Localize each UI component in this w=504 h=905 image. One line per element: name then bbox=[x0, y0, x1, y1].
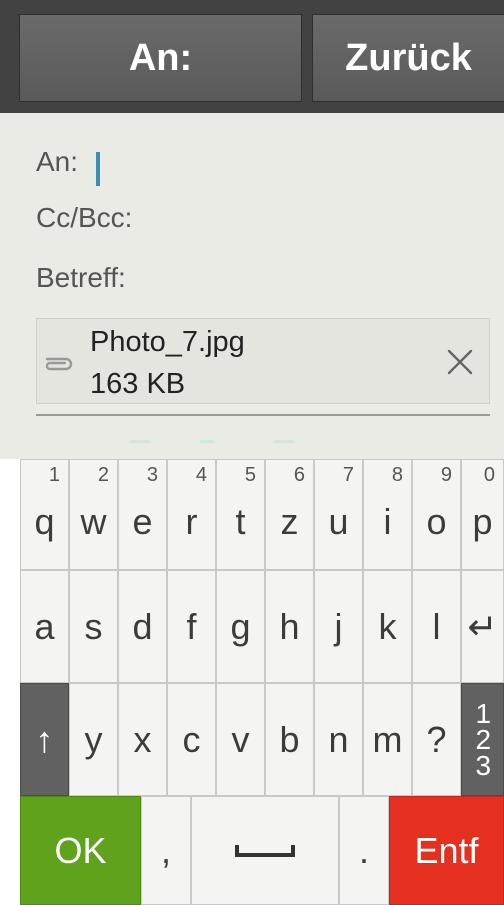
key-d[interactable]: d bbox=[118, 570, 167, 683]
key-o[interactable]: 9o bbox=[412, 459, 461, 570]
key-s[interactable]: s bbox=[69, 570, 118, 683]
key-a[interactable]: a bbox=[20, 570, 69, 683]
paperclip-icon bbox=[45, 357, 73, 371]
key-period[interactable]: . bbox=[339, 796, 389, 905]
key-y[interactable]: y bbox=[69, 683, 118, 796]
key-h[interactable]: h bbox=[265, 570, 314, 683]
top-toolbar: An: Zurück bbox=[0, 0, 504, 113]
key-j[interactable]: j bbox=[314, 570, 363, 683]
to-field-label: An: bbox=[36, 146, 79, 177]
key-m[interactable]: m bbox=[363, 683, 412, 796]
key-p[interactable]: 0p bbox=[461, 459, 504, 570]
key-z[interactable]: 6z bbox=[265, 459, 314, 570]
delete-button[interactable]: Entf bbox=[389, 796, 504, 905]
key-c[interactable]: c bbox=[167, 683, 216, 796]
key-n[interactable]: n bbox=[314, 683, 363, 796]
key-r[interactable]: 4r bbox=[167, 459, 216, 570]
key-question[interactable]: ? bbox=[412, 683, 461, 796]
numbers-key[interactable]: 1 2 3 bbox=[461, 683, 504, 796]
key-x[interactable]: x bbox=[118, 683, 167, 796]
spacebar-icon bbox=[235, 844, 295, 857]
text-cursor[interactable] bbox=[96, 152, 100, 186]
key-l[interactable]: l bbox=[412, 570, 461, 683]
key-b[interactable]: b bbox=[265, 683, 314, 796]
attachment-divider bbox=[36, 414, 490, 416]
key-t[interactable]: 5t bbox=[216, 459, 265, 570]
onscreen-keyboard: 1q 2w 3e 4r 5t 6z 7u 8i 9o 0p a s d f g … bbox=[0, 459, 504, 905]
ccbcc-field-label[interactable]: Cc/Bcc: bbox=[36, 202, 132, 234]
key-k[interactable]: k bbox=[363, 570, 412, 683]
attachment-size: 163 KB bbox=[90, 368, 186, 400]
key-f[interactable]: f bbox=[167, 570, 216, 683]
key-i[interactable]: 8i bbox=[363, 459, 412, 570]
attachment-filename: Photo_7.jpg bbox=[90, 326, 245, 358]
key-w[interactable]: 2w bbox=[69, 459, 118, 570]
enter-key[interactable]: ↵ bbox=[461, 570, 504, 683]
ok-button[interactable]: OK bbox=[20, 796, 141, 905]
close-icon[interactable] bbox=[444, 346, 476, 378]
key-g[interactable]: g bbox=[216, 570, 265, 683]
shift-key[interactable]: ↑ bbox=[20, 683, 69, 796]
key-q[interactable]: 1q bbox=[20, 459, 69, 570]
loading-indicator bbox=[130, 440, 294, 443]
back-button[interactable]: Zurück bbox=[312, 14, 504, 102]
key-comma[interactable]: , bbox=[141, 796, 191, 905]
space-key[interactable] bbox=[191, 796, 339, 905]
subject-field-label[interactable]: Betreff: bbox=[36, 262, 126, 294]
to-button[interactable]: An: bbox=[19, 14, 302, 102]
key-u[interactable]: 7u bbox=[314, 459, 363, 570]
key-e[interactable]: 3e bbox=[118, 459, 167, 570]
key-v[interactable]: v bbox=[216, 683, 265, 796]
